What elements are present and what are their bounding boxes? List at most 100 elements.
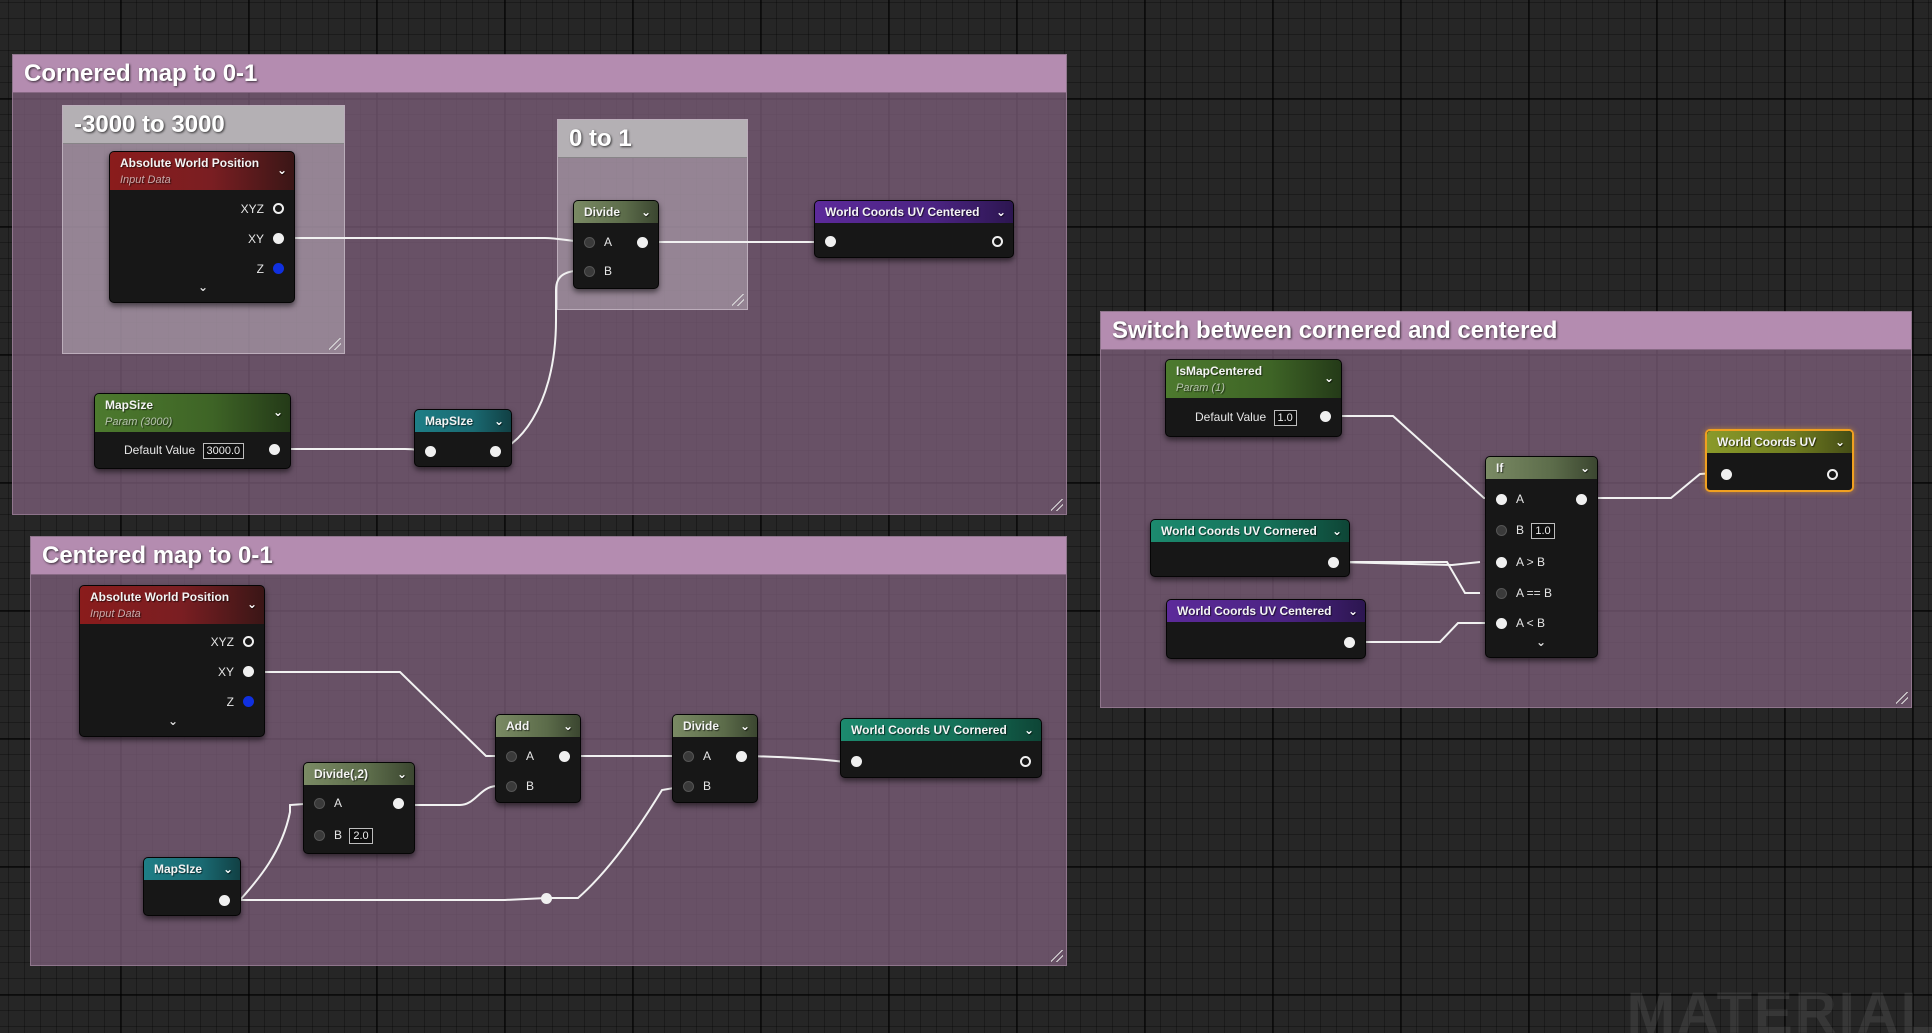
- node-add[interactable]: Add ⌄ A B: [495, 714, 581, 803]
- default-value-field[interactable]: 3000.0: [202, 443, 245, 459]
- output-pin-icon[interactable]: [393, 798, 404, 809]
- output-pin-icon[interactable]: [273, 233, 284, 244]
- output-pin-icon[interactable]: [273, 263, 284, 274]
- output-pin-icon[interactable]: [273, 203, 284, 214]
- output-pin-icon[interactable]: [243, 666, 254, 677]
- output-pin-icon[interactable]: [243, 636, 254, 647]
- chevron-down-icon[interactable]: ⌄: [1348, 600, 1358, 622]
- chevron-down-icon[interactable]: ⌄: [277, 162, 287, 179]
- node-divide[interactable]: Divide ⌄ A B: [672, 714, 758, 803]
- node-header[interactable]: Divide(,2) ⌄: [304, 763, 414, 785]
- chevron-down-icon[interactable]: ⌄: [1580, 457, 1590, 479]
- input-pin-icon[interactable]: [851, 756, 862, 767]
- input-pin-icon[interactable]: [314, 798, 325, 809]
- input-pin-icon[interactable]: [506, 751, 517, 762]
- output-pin-icon[interactable]: [992, 236, 1003, 247]
- chevron-down-icon[interactable]: ⌄: [397, 763, 407, 785]
- resize-handle-icon[interactable]: [1051, 499, 1063, 511]
- input-pin-icon[interactable]: [1496, 494, 1507, 505]
- node-header[interactable]: Add ⌄: [496, 715, 580, 737]
- node-world-coords-uv-final[interactable]: World Coords UV ⌄: [1705, 429, 1854, 492]
- input-pin-icon[interactable]: [1496, 525, 1507, 536]
- resize-handle-icon[interactable]: [1896, 692, 1908, 704]
- comment-title[interactable]: Switch between cornered and centered: [1101, 312, 1911, 350]
- resize-handle-icon[interactable]: [329, 338, 341, 350]
- resize-handle-icon[interactable]: [732, 294, 744, 306]
- comment-title[interactable]: 0 to 1: [558, 120, 747, 158]
- chevron-down-icon[interactable]: ⌄: [494, 410, 504, 432]
- node-if[interactable]: If ⌄ A B 1.0 A > B A == B A < B ⌄: [1485, 456, 1598, 658]
- node-header[interactable]: IsMapCentered Param (1) ⌄: [1166, 360, 1341, 398]
- chevron-down-icon[interactable]: ⌄: [1835, 431, 1845, 453]
- node-header[interactable]: World Coords UV Cornered ⌄: [841, 719, 1041, 741]
- node-header[interactable]: World Coords UV Centered ⌄: [815, 201, 1013, 223]
- chevron-down-icon[interactable]: ⌄: [223, 858, 233, 880]
- input-pin-icon[interactable]: [584, 237, 595, 248]
- output-pin-icon[interactable]: [1320, 411, 1331, 422]
- input-pin-icon[interactable]: [1496, 588, 1507, 599]
- node-header[interactable]: MapSIze ⌄: [144, 858, 240, 880]
- chevron-down-icon[interactable]: ⌄: [563, 715, 573, 737]
- node-absolute-world-position[interactable]: Absolute World Position Input Data ⌄ XYZ…: [109, 151, 295, 303]
- node-divide-by-2[interactable]: Divide(,2) ⌄ A B 2.0: [303, 762, 415, 854]
- node-world-coords-uv-cornered-output[interactable]: World Coords UV Cornered ⌄: [840, 718, 1042, 778]
- chevron-down-icon[interactable]: ⌄: [247, 596, 257, 613]
- chevron-down-icon[interactable]: ⌄: [641, 201, 651, 223]
- input-pin-icon[interactable]: [584, 266, 595, 277]
- output-pin-icon[interactable]: [219, 895, 230, 906]
- chevron-down-icon[interactable]: ⌄: [996, 201, 1006, 223]
- chevron-down-icon[interactable]: ⌄: [1024, 719, 1034, 741]
- node-world-coords-uv-cornered-input[interactable]: World Coords UV Cornered ⌄: [1150, 519, 1350, 577]
- node-absolute-world-position[interactable]: Absolute World Position Input Data ⌄ XYZ…: [79, 585, 265, 737]
- chevron-down-icon[interactable]: ⌄: [740, 715, 750, 737]
- output-pin-icon[interactable]: [1576, 494, 1587, 505]
- output-pin-icon[interactable]: [1344, 637, 1355, 648]
- input-pin-icon[interactable]: [506, 781, 517, 792]
- node-header[interactable]: If ⌄: [1486, 457, 1597, 479]
- node-mapsize-reroute[interactable]: MapSIze ⌄: [143, 857, 241, 916]
- node-ismapcentered-param[interactable]: IsMapCentered Param (1) ⌄ Default Value …: [1165, 359, 1342, 437]
- node-world-coords-uv-centered-output[interactable]: World Coords UV Centered ⌄: [814, 200, 1014, 258]
- comment-title[interactable]: Centered map to 0-1: [31, 537, 1066, 575]
- output-pin-icon[interactable]: [243, 696, 254, 707]
- output-pin-icon[interactable]: [637, 237, 648, 248]
- comment-title[interactable]: -3000 to 3000: [63, 106, 344, 144]
- chevron-down-icon[interactable]: ⌄: [1332, 520, 1342, 542]
- input-pin-icon[interactable]: [1496, 618, 1507, 629]
- input-pin-icon[interactable]: [1496, 557, 1507, 568]
- output-pin-icon[interactable]: [736, 751, 747, 762]
- input-pin-icon[interactable]: [683, 751, 694, 762]
- node-header[interactable]: MapSize Param (3000) ⌄: [95, 394, 290, 432]
- node-header[interactable]: Divide ⌄: [673, 715, 757, 737]
- b-value-field[interactable]: 2.0: [349, 828, 373, 844]
- node-header[interactable]: Absolute World Position Input Data ⌄: [110, 152, 294, 190]
- comment-title[interactable]: Cornered map to 0-1: [13, 55, 1066, 93]
- node-mapsize-param[interactable]: MapSize Param (3000) ⌄ Default Value 300…: [94, 393, 291, 469]
- node-header[interactable]: World Coords UV Cornered ⌄: [1151, 520, 1349, 542]
- b-value-field[interactable]: 1.0: [1531, 523, 1555, 539]
- node-divide[interactable]: Divide ⌄ A B: [573, 200, 659, 289]
- input-pin-icon[interactable]: [683, 781, 694, 792]
- output-pin-icon[interactable]: [559, 751, 570, 762]
- expand-chevron-icon[interactable]: ⌄: [198, 280, 208, 294]
- chevron-down-icon[interactable]: ⌄: [1324, 370, 1334, 387]
- node-header[interactable]: World Coords UV Centered ⌄: [1167, 600, 1365, 622]
- node-world-coords-uv-centered-input[interactable]: World Coords UV Centered ⌄: [1166, 599, 1366, 659]
- node-header[interactable]: Divide ⌄: [574, 201, 658, 223]
- output-pin-icon[interactable]: [269, 444, 280, 455]
- output-pin-icon[interactable]: [490, 446, 501, 457]
- node-header[interactable]: World Coords UV ⌄: [1707, 431, 1852, 453]
- output-pin-icon[interactable]: [1328, 557, 1339, 568]
- input-pin-icon[interactable]: [425, 446, 436, 457]
- output-pin-icon[interactable]: [1827, 469, 1838, 480]
- output-pin-icon[interactable]: [1020, 756, 1031, 767]
- expand-chevron-icon[interactable]: ⌄: [1536, 635, 1546, 649]
- input-pin-icon[interactable]: [825, 236, 836, 247]
- expand-chevron-icon[interactable]: ⌄: [168, 714, 178, 728]
- input-pin-icon[interactable]: [1721, 469, 1732, 480]
- chevron-down-icon[interactable]: ⌄: [273, 404, 283, 421]
- default-value-field[interactable]: 1.0: [1273, 410, 1297, 426]
- node-mapsize-reroute[interactable]: MapSIze ⌄: [414, 409, 512, 467]
- input-pin-icon[interactable]: [314, 830, 325, 841]
- resize-handle-icon[interactable]: [1051, 950, 1063, 962]
